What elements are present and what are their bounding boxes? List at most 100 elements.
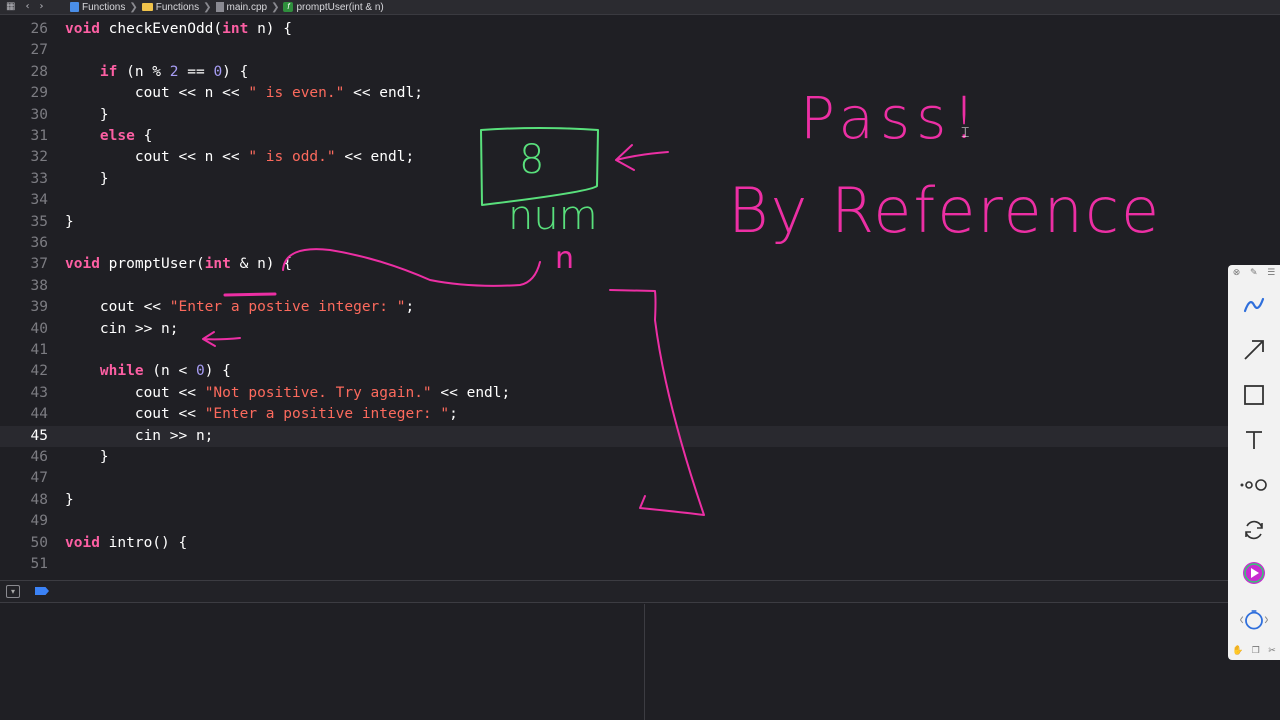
code-token: << endl;	[344, 85, 423, 102]
code-line[interactable]: 31 else {	[0, 126, 1228, 147]
code-line[interactable]: 29 cout << n << " is even." << endl;	[0, 83, 1228, 104]
variables-view[interactable]	[0, 604, 643, 720]
code-line[interactable]: 37 void promptUser(int & n) {	[0, 254, 1228, 275]
record-tool[interactable]	[1238, 557, 1270, 589]
code-line[interactable]: 50 void intro() {	[0, 533, 1228, 554]
timer-tool[interactable]	[1238, 603, 1270, 635]
line-number[interactable]: 44	[0, 404, 48, 425]
code-line[interactable]: 48}	[0, 490, 1228, 511]
line-number[interactable]: 34	[0, 190, 48, 211]
connector-tool[interactable]	[1238, 469, 1270, 501]
line-number[interactable]: 35	[0, 212, 48, 233]
code-line[interactable]: 45 cin >> n;	[0, 425, 1228, 447]
line-number[interactable]: 38	[0, 276, 48, 297]
code-line[interactable]: 49	[0, 511, 1228, 532]
line-number[interactable]: 36	[0, 233, 48, 254]
code-line[interactable]: 44 cout << "Enter a positive integer: ";	[0, 404, 1228, 425]
code-text: cout << n << " is odd." << endl;	[65, 147, 414, 168]
breadcrumb-function[interactable]: f promptUser(int & n)	[283, 2, 384, 13]
code-line[interactable]: 43 cout << "Not positive. Try again." <<…	[0, 383, 1228, 404]
line-number[interactable]: 49	[0, 511, 48, 532]
line-number[interactable]: 28	[0, 62, 48, 83]
line-number[interactable]: 33	[0, 169, 48, 190]
code-line[interactable]: 46 }	[0, 447, 1228, 468]
line-number[interactable]: 40	[0, 319, 48, 340]
code-token: ==	[178, 63, 214, 80]
chevron-left-icon[interactable]: ‹	[25, 0, 29, 14]
text-tool[interactable]	[1238, 424, 1270, 456]
chevron-right-icon[interactable]: ›	[39, 0, 43, 14]
breakpoints-toggle-icon[interactable]	[35, 587, 49, 595]
code-line[interactable]: 39 cout << "Enter a postive integer: ";	[0, 297, 1228, 318]
code-line[interactable]: 34	[0, 190, 1228, 211]
code-line[interactable]: 47	[0, 468, 1228, 489]
code-token: }	[65, 170, 109, 187]
line-number[interactable]: 29	[0, 83, 48, 104]
code-line[interactable]: 51	[0, 554, 1228, 575]
code-line[interactable]: 27	[0, 40, 1228, 61]
code-token: }	[65, 106, 109, 123]
code-text: cout << "Enter a postive integer: ";	[65, 297, 414, 318]
breadcrumb-project[interactable]: Functions	[70, 2, 125, 13]
code-token: "Enter a postive integer: "	[169, 299, 406, 316]
breadcrumb-label: Functions	[82, 1, 126, 13]
menu-icon[interactable]: ☰	[1267, 268, 1275, 278]
line-number[interactable]: 42	[0, 361, 48, 382]
line-number[interactable]: 26	[0, 19, 48, 40]
pen-icon	[1243, 297, 1265, 313]
hide-debug-area-icon[interactable]: ▾	[6, 585, 20, 598]
project-icon	[70, 2, 79, 12]
line-number[interactable]: 51	[0, 554, 48, 575]
code-line[interactable]: 40 cin >> n;	[0, 319, 1228, 340]
code-token: 2	[169, 63, 179, 80]
scissors-icon[interactable]: ✂	[1268, 646, 1276, 656]
pen-tool[interactable]	[1238, 289, 1270, 321]
hand-icon[interactable]: ✋	[1232, 646, 1243, 656]
line-number[interactable]: 27	[0, 40, 48, 61]
line-number[interactable]: 50	[0, 533, 48, 554]
code-line[interactable]: 33 }	[0, 169, 1228, 190]
copy-icon[interactable]: ❐	[1252, 646, 1260, 656]
grid-icon[interactable]: ▦	[6, 0, 15, 14]
code-line[interactable]: 26 void checkEvenOdd(int n) {	[0, 19, 1228, 40]
line-number[interactable]: 41	[0, 340, 48, 361]
line-number[interactable]: 31	[0, 126, 48, 147]
line-number[interactable]: 47	[0, 468, 48, 489]
line-number[interactable]: 37	[0, 254, 48, 275]
code-token: }	[65, 491, 74, 508]
arrow-tool[interactable]	[1238, 334, 1270, 366]
line-number[interactable]: 43	[0, 383, 48, 404]
code-line[interactable]: 38	[0, 276, 1228, 297]
close-icon[interactable]: ⊗	[1233, 268, 1241, 278]
code-token: else	[99, 128, 135, 144]
code-token: {	[134, 128, 153, 144]
code-line[interactable]: 35}	[0, 212, 1228, 233]
line-number[interactable]: 45	[0, 426, 48, 447]
console-view[interactable]	[644, 604, 1280, 720]
breadcrumb-folder[interactable]: Functions	[141, 2, 199, 13]
file-icon	[215, 2, 224, 12]
code-editor[interactable]: 26 void checkEvenOdd(int n) {27 28 if (n %…	[0, 15, 1228, 579]
line-number[interactable]: 39	[0, 297, 48, 318]
code-line[interactable]: 32 cout << n << " is odd." << endl;	[0, 147, 1228, 168]
code-line[interactable]: 28 if (n % 2 == 0) {	[0, 62, 1228, 83]
code-token: 0	[195, 363, 205, 380]
line-number[interactable]: 32	[0, 147, 48, 168]
code-line[interactable]: 36	[0, 233, 1228, 254]
clear-icon[interactable]: ✎	[1250, 268, 1258, 278]
code-token: " is odd."	[248, 149, 336, 166]
breadcrumb-file[interactable]: main.cpp	[215, 2, 267, 13]
code-token: (n %	[117, 63, 170, 80]
code-text: }	[65, 447, 109, 468]
code-line[interactable]: 30 }	[0, 105, 1228, 126]
code-token: ;	[449, 406, 458, 423]
code-line[interactable]: 41	[0, 340, 1228, 361]
rotate-tool[interactable]	[1238, 514, 1270, 546]
line-number[interactable]: 30	[0, 105, 48, 126]
line-number[interactable]: 46	[0, 447, 48, 468]
rectangle-tool[interactable]	[1238, 379, 1270, 411]
code-line[interactable]: 42 while (n < 0) {	[0, 361, 1228, 382]
line-number[interactable]: 48	[0, 490, 48, 511]
